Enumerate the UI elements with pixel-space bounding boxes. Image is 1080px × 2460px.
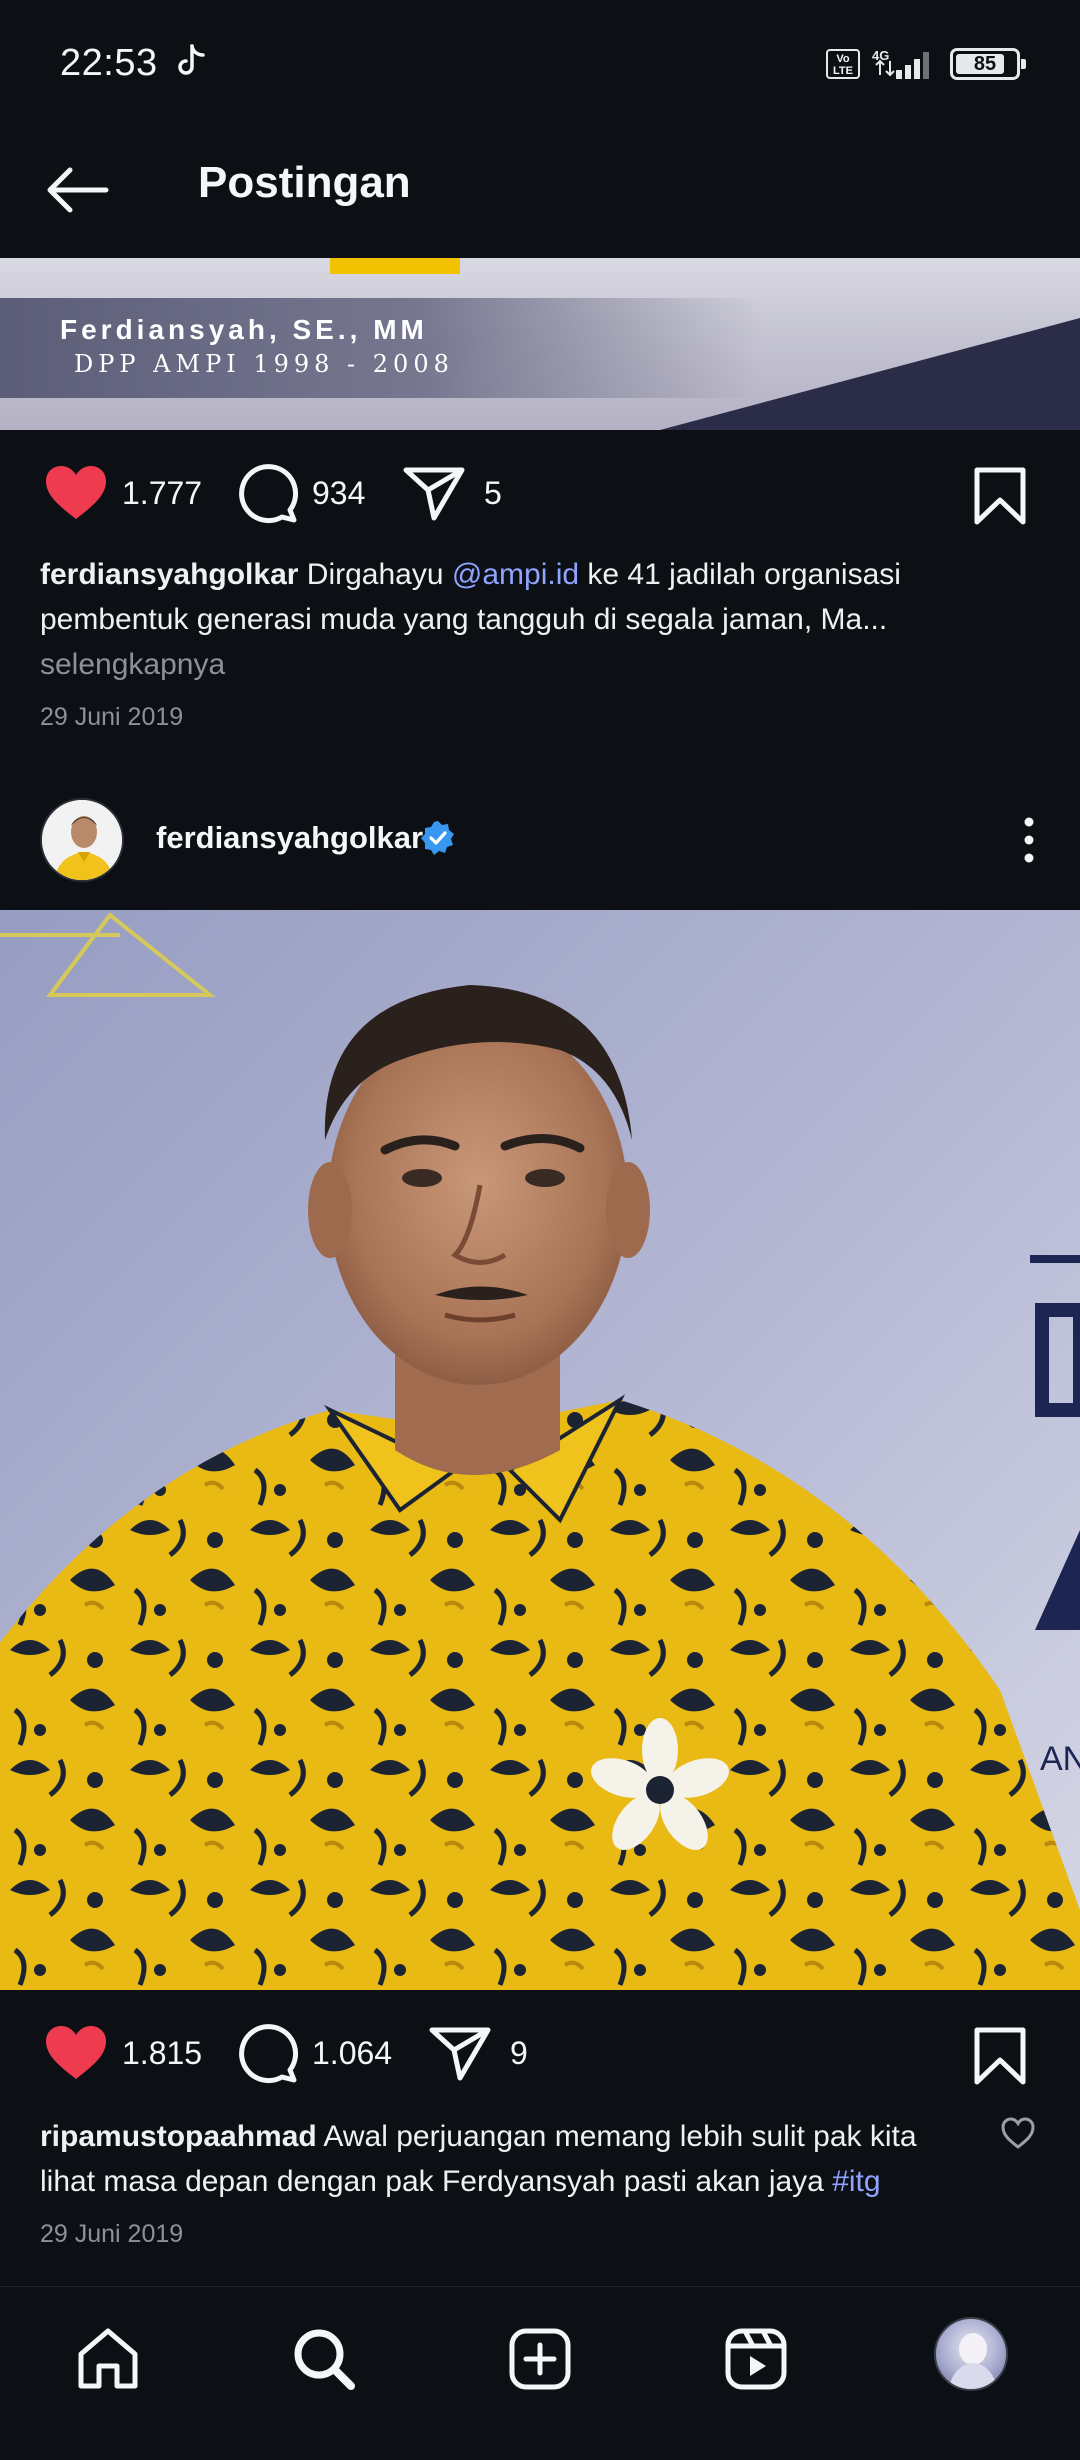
- bottom-navigation: [0, 2286, 1080, 2460]
- post1-share-button[interactable]: 5: [402, 448, 502, 538]
- heart-filled-icon: [46, 2026, 106, 2079]
- profile-avatar[interactable]: [934, 2317, 1008, 2391]
- battery-icon: 85: [950, 48, 1026, 80]
- avatar-image: [42, 800, 122, 880]
- volte-icon: Vo LTE: [826, 49, 860, 79]
- portrait-illustration: AN: [0, 910, 1080, 1990]
- back-arrow-icon[interactable]: [42, 160, 112, 220]
- post2-share-button[interactable]: 9: [428, 2008, 528, 2098]
- banner-name: Ferdiansyah, SE., MM: [60, 314, 428, 345]
- status-icons: Vo LTE 4G 85: [826, 46, 1026, 82]
- caption-username[interactable]: ferdiansyahgolkar: [40, 558, 298, 591]
- post1-action-row: 1.777 934 5: [0, 448, 1080, 538]
- post2-photo[interactable]: AN: [0, 910, 1080, 1990]
- signal-icon: 4G: [872, 48, 929, 79]
- post1-share-count: 5: [484, 474, 502, 511]
- status-time: 22:53: [60, 42, 158, 84]
- photo-background-text: AN: [1040, 1740, 1080, 1778]
- home-icon: [78, 2328, 138, 2389]
- heart-filled-icon: [46, 466, 106, 519]
- post1-comment-count: 934: [312, 474, 366, 511]
- post2-comment-button[interactable]: 1.064: [236, 2008, 392, 2098]
- post1-like-count: 1.777: [122, 474, 203, 511]
- nav-home[interactable]: [68, 2319, 148, 2399]
- share-icon: [403, 467, 465, 521]
- post2-date: 29 Juni 2019: [40, 2220, 184, 2248]
- previous-post-image[interactable]: Ferdiansyah, SE., MM DPP AMPI 1998 - 200…: [0, 258, 1080, 430]
- post1-like-button[interactable]: 1.777: [42, 448, 202, 538]
- comment-username[interactable]: ripamustopaahmad: [40, 2120, 317, 2153]
- comment-hashtag[interactable]: #itg: [832, 2165, 880, 2198]
- caption-text-start: Dirgahayu: [306, 558, 444, 591]
- app-header: Postingan: [0, 130, 1080, 256]
- post2-share-count: 9: [510, 2034, 528, 2071]
- caption-mention[interactable]: @ampi.id: [452, 558, 579, 591]
- comment-icon: [239, 2024, 299, 2084]
- page-title: Postingan: [198, 158, 411, 207]
- post2-like-count: 1.815: [122, 2034, 203, 2071]
- nav-search[interactable]: [284, 2319, 364, 2399]
- battery-level: 85: [973, 53, 997, 75]
- tiktok-icon: [178, 44, 205, 75]
- share-icon: [429, 2027, 491, 2081]
- status-bar: 22:53 Vo LTE 4G 85: [0, 0, 1080, 130]
- post2-username[interactable]: ferdiansyahgolkar: [156, 820, 423, 856]
- post2-comment: ripamustopaahmad Awal perjuangan memang …: [40, 2114, 970, 2204]
- post1-caption: ferdiansyahgolkar Dirgahayu @ampi.id ke …: [40, 552, 1000, 687]
- nav-create[interactable]: [500, 2319, 580, 2399]
- profile-image: [948, 2333, 998, 2389]
- more-link[interactable]: selengkapnya: [40, 648, 225, 681]
- comment-icon: [239, 464, 299, 524]
- post1-comment-button[interactable]: 934: [236, 448, 365, 538]
- post2-comment-count: 1.064: [312, 2034, 393, 2071]
- banner-subtitle: DPP AMPI 1998 - 2008: [74, 350, 454, 378]
- post1-save-icon[interactable]: [972, 466, 1028, 526]
- banner-accent: [330, 258, 460, 274]
- post2-action-row: 1.815 1.064 9: [0, 2008, 1080, 2098]
- banner-band: [0, 298, 760, 398]
- post2-header: ferdiansyahgolkar: [0, 790, 1080, 890]
- reels-icon: [725, 2328, 787, 2390]
- post2-save-icon[interactable]: [972, 2026, 1028, 2086]
- create-icon: [509, 2328, 571, 2390]
- post2-avatar[interactable]: [40, 798, 124, 882]
- more-options-icon[interactable]: [1014, 810, 1044, 870]
- post2-like-button[interactable]: 1.815: [42, 2008, 202, 2098]
- post1-date: 29 Juni 2019: [40, 703, 184, 731]
- verified-badge-icon: [421, 821, 454, 855]
- comment-like-icon[interactable]: [1000, 2116, 1036, 2150]
- nav-reels[interactable]: [716, 2319, 796, 2399]
- search-icon: [294, 2329, 355, 2390]
